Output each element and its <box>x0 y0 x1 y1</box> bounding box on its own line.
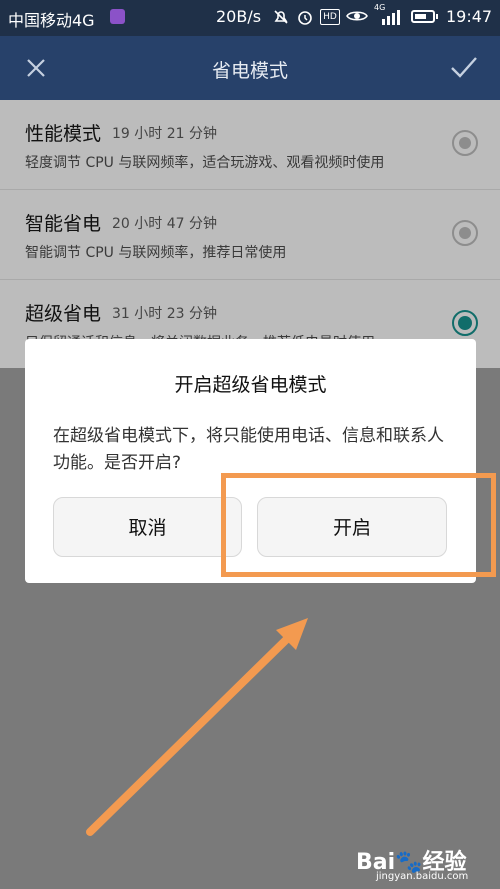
watermark-url: jingyan.baidu.com <box>376 871 469 882</box>
pointer-arrow <box>86 618 308 836</box>
watermark: Bai🐾经验 jingyan.baidu.com <box>356 836 496 886</box>
